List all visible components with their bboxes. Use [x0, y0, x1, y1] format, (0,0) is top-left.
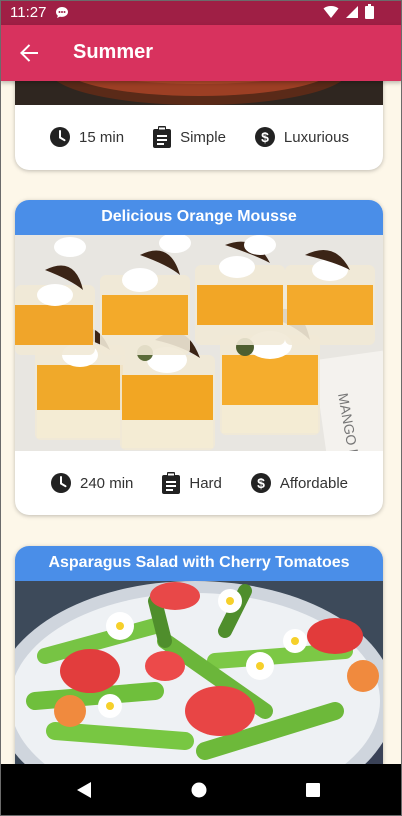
recents-square-icon[interactable]: [306, 783, 320, 802]
complexity-label: Simple: [180, 128, 226, 146]
dollar-icon: $: [250, 473, 271, 493]
recipe-card[interactable]: Delicious Orange Mousse MANGO PU 240 min…: [15, 200, 383, 515]
svg-text:$: $: [261, 129, 269, 145]
recipe-image: MANGO PU: [15, 235, 383, 451]
complexity-label: Hard: [189, 474, 222, 492]
affordability: $ Affordable: [250, 472, 348, 494]
clipboard-icon: [162, 472, 181, 494]
recipe-title: Asparagus Salad with Cherry Tomatoes: [15, 546, 383, 582]
recipe-meta: 240 min Hard $ Affordable: [15, 451, 383, 515]
home-circle-icon[interactable]: [191, 782, 207, 803]
dollar-icon: $: [254, 127, 275, 147]
affordability-label: Luxurious: [283, 128, 349, 146]
app-bar: Summer: [0, 25, 402, 81]
affordability-label: Affordable: [279, 474, 348, 492]
affordability: $ Luxurious: [254, 126, 349, 148]
wifi-icon: [323, 5, 339, 24]
duration: 240 min: [50, 472, 133, 494]
svg-text:$: $: [257, 475, 265, 491]
duration-label: 15 min: [79, 128, 125, 146]
clipboard-icon: [153, 126, 172, 148]
clock-icon: [50, 127, 71, 147]
clock-icon: [51, 473, 71, 493]
complexity: Simple: [152, 126, 226, 148]
cellular-signal-icon: [345, 5, 359, 24]
system-nav-bar: [0, 764, 402, 816]
status-time: 11:27: [10, 4, 47, 21]
recipe-title: Delicious Orange Mousse: [15, 200, 383, 236]
duration-label: 240 min: [80, 474, 134, 492]
complexity: Hard: [161, 472, 222, 494]
arrow-back-icon[interactable]: [18, 42, 40, 64]
duration: 15 min: [49, 126, 124, 148]
recipe-meta: 15 min Simple $ Luxurious: [15, 105, 383, 169]
status-bar: 11:27: [0, 0, 402, 25]
battery-icon: [365, 4, 374, 24]
back-triangle-icon[interactable]: [76, 781, 92, 804]
page-title: Summer: [73, 41, 154, 63]
chat-bubble-icon: [55, 6, 69, 24]
